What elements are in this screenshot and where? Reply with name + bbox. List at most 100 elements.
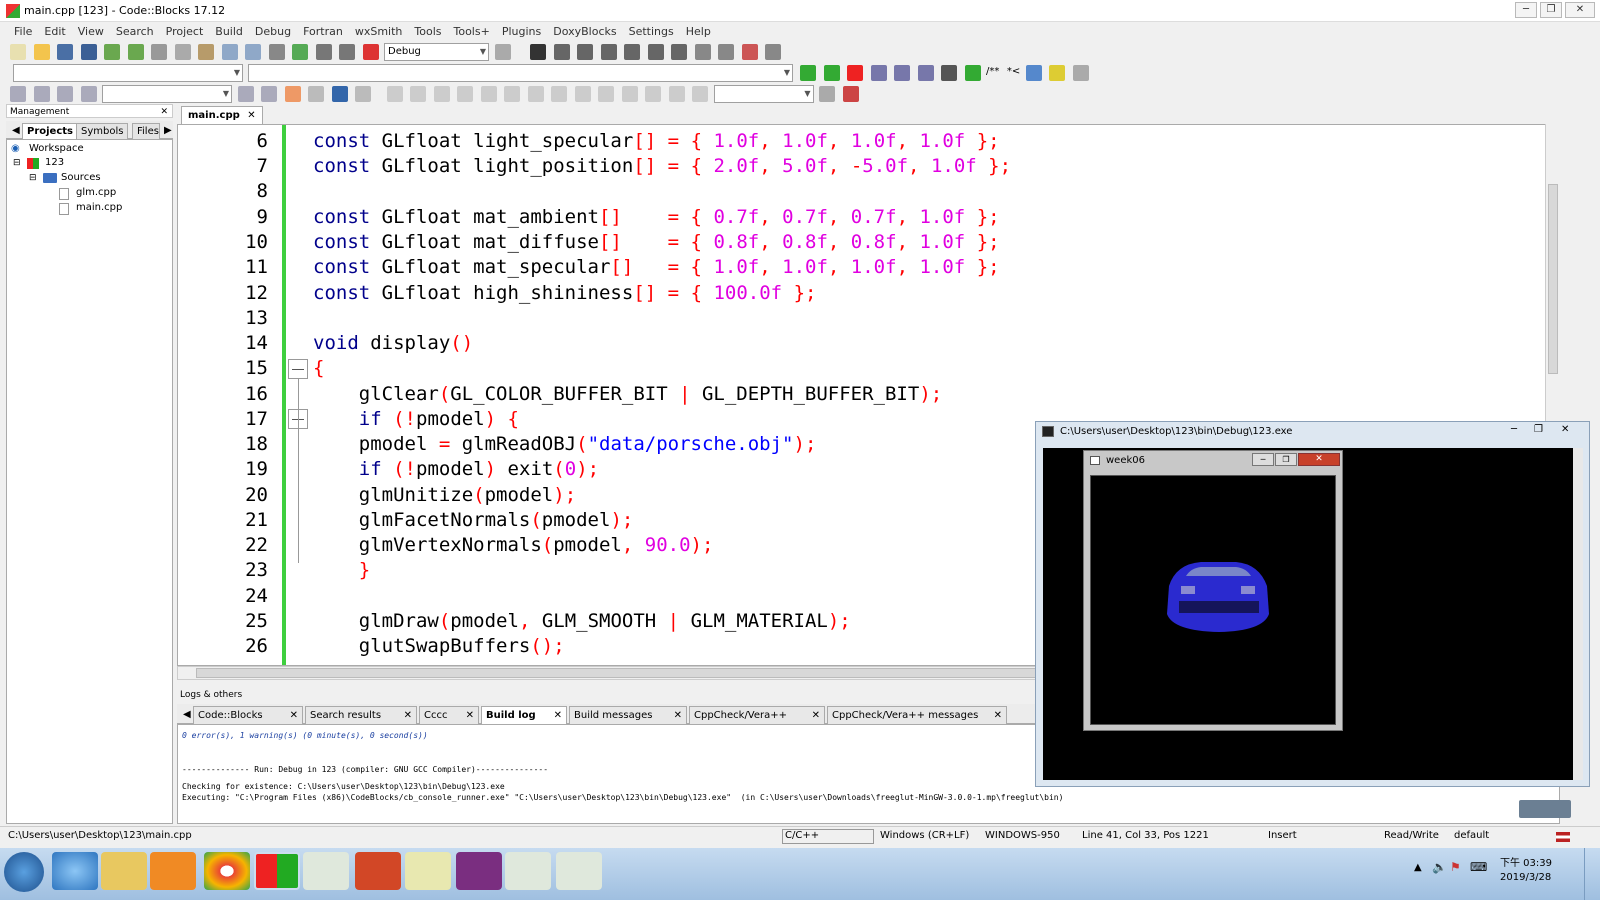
menu-file[interactable]: File: [8, 23, 38, 41]
scope-select[interactable]: ▼: [13, 64, 243, 82]
menu-doxyblocks[interactable]: DoxyBlocks: [547, 23, 622, 41]
close-icon[interactable]: ✕: [554, 707, 562, 724]
build-icon[interactable]: [268, 44, 285, 60]
jump-back-icon[interactable]: [800, 65, 816, 81]
app-taskbar-icon-2[interactable]: [505, 852, 551, 890]
tab-symbols[interactable]: Symbols: [76, 123, 129, 139]
menu-settings[interactable]: Settings: [623, 23, 680, 41]
doxy-comment-block[interactable]: /**: [986, 66, 999, 77]
debug-windows-icon[interactable]: [741, 44, 758, 60]
chart-app-taskbar-icon[interactable]: [405, 852, 451, 890]
status-language[interactable]: C/C++: [782, 829, 874, 844]
new-file-icon[interactable]: [10, 44, 26, 60]
layout-icon-5[interactable]: [527, 86, 544, 102]
close-icon[interactable]: ✕: [812, 707, 820, 724]
find-icon[interactable]: [221, 44, 238, 60]
next-instruction-icon[interactable]: [647, 44, 664, 60]
language-flag-icon[interactable]: [1556, 832, 1570, 842]
menu-tools[interactable]: Tools: [408, 23, 447, 41]
menu-fortran[interactable]: Fortran: [297, 23, 349, 41]
tree-file-glm[interactable]: glm.cpp: [76, 186, 116, 200]
media-player-taskbar-icon[interactable]: [150, 852, 196, 890]
layout-icon-4[interactable]: [504, 86, 520, 102]
menu-debug[interactable]: Debug: [249, 23, 297, 41]
glut-window[interactable]: week06 ─ ❐ ✕: [1083, 450, 1343, 731]
match-case-icon[interactable]: [308, 86, 324, 102]
tab-files[interactable]: Files: [132, 123, 160, 139]
scroll-thumb[interactable]: [1548, 184, 1558, 374]
redo-icon[interactable]: [127, 44, 144, 60]
editor-tab-main-cpp[interactable]: main.cpp ✕: [181, 106, 263, 124]
abort-icon[interactable]: [362, 44, 379, 60]
network-icon[interactable]: ⚑: [1450, 860, 1461, 874]
menu-project[interactable]: Project: [160, 23, 210, 41]
step-instruction-icon[interactable]: [671, 44, 687, 60]
incremental-search-input[interactable]: ▼: [102, 85, 232, 103]
close-icon[interactable]: ✕: [674, 707, 682, 724]
run-icon[interactable]: [292, 44, 308, 60]
tab-codeblocks-log[interactable]: Code::Blocks ✕: [193, 706, 303, 724]
cut-icon[interactable]: [151, 44, 167, 60]
symbol-select[interactable]: ▼: [713, 85, 814, 103]
menu-help[interactable]: Help: [680, 23, 717, 41]
clock-time[interactable]: 下午 03:39: [1500, 854, 1552, 869]
search-prev-icon[interactable]: [237, 86, 254, 102]
menu-build[interactable]: Build: [209, 23, 249, 41]
app-taskbar-icon[interactable]: [303, 852, 349, 890]
step-into-icon[interactable]: [600, 44, 617, 60]
rebuild-icon[interactable]: [339, 44, 355, 60]
pause-icon[interactable]: [694, 44, 711, 60]
nav-record-icon[interactable]: [33, 86, 50, 102]
replace-icon[interactable]: [245, 44, 261, 60]
maximize-button[interactable]: ❐: [1275, 453, 1297, 466]
extract-icon[interactable]: [1049, 65, 1066, 81]
layout-icon-6[interactable]: [551, 86, 567, 102]
menu-wxsmith[interactable]: wxSmith: [349, 23, 409, 41]
minimize-button[interactable]: ─: [1511, 424, 1517, 435]
tree-project[interactable]: 123: [45, 156, 64, 170]
prev-bookmark-icon[interactable]: [870, 65, 887, 81]
ie-taskbar-icon[interactable]: [52, 852, 98, 890]
undo-icon[interactable]: [104, 44, 120, 60]
console-scrollbar[interactable]: [1573, 448, 1583, 780]
winrar-taskbar-icon[interactable]: [456, 852, 502, 890]
next-line-icon[interactable]: [577, 44, 593, 60]
show-desktop-button[interactable]: [1584, 848, 1600, 900]
layout-icon-3[interactable]: [480, 86, 497, 102]
volume-icon[interactable]: 🔈: [1432, 860, 1447, 874]
close-icon[interactable]: ✕: [404, 707, 412, 724]
paste-icon[interactable]: [198, 44, 214, 60]
s-icon[interactable]: [668, 86, 685, 102]
menu-view[interactable]: View: [72, 23, 110, 41]
close-icon[interactable]: ✕: [290, 707, 298, 724]
doc-down-icon[interactable]: [964, 65, 981, 81]
close-icon[interactable]: ✕: [160, 105, 168, 119]
search-symbol-icon[interactable]: [819, 86, 835, 102]
debug-continue-icon[interactable]: [530, 44, 546, 60]
options-icon[interactable]: [355, 86, 371, 102]
close-icon[interactable]: ✕: [466, 707, 474, 724]
menu-plugins[interactable]: Plugins: [496, 23, 547, 41]
stop-debug-icon[interactable]: [718, 44, 734, 60]
tree-file-main[interactable]: main.cpp: [76, 201, 122, 215]
tab-projects[interactable]: Projects: [22, 123, 79, 139]
layout-icon-2[interactable]: [457, 86, 473, 102]
menu-search[interactable]: Search: [110, 23, 160, 41]
build-run-icon[interactable]: [315, 44, 332, 60]
step-out-icon[interactable]: [624, 44, 640, 60]
tab-build-messages[interactable]: Build messages ✕: [569, 706, 687, 724]
tab-build-log[interactable]: Build log ✕: [481, 706, 567, 724]
clear-bookmarks-icon[interactable]: [917, 65, 934, 81]
function-select[interactable]: ▼: [248, 64, 793, 82]
ime-icon[interactable]: ⌨: [1470, 860, 1487, 874]
zoom-in-icon[interactable]: [621, 86, 638, 102]
open-file-icon[interactable]: [33, 44, 50, 60]
start-button-icon[interactable]: [4, 852, 44, 892]
run-to-cursor-icon[interactable]: [553, 44, 570, 60]
collapse-icon[interactable]: ⊟: [13, 156, 21, 170]
minimize-button[interactable]: ─: [1252, 453, 1274, 466]
debug-info-icon[interactable]: [765, 44, 781, 60]
show-hidden-icons-icon[interactable]: ▲: [1414, 862, 1422, 873]
maximize-button[interactable]: ❐: [1540, 2, 1562, 18]
menu-tools-plus[interactable]: Tools+: [448, 23, 496, 41]
